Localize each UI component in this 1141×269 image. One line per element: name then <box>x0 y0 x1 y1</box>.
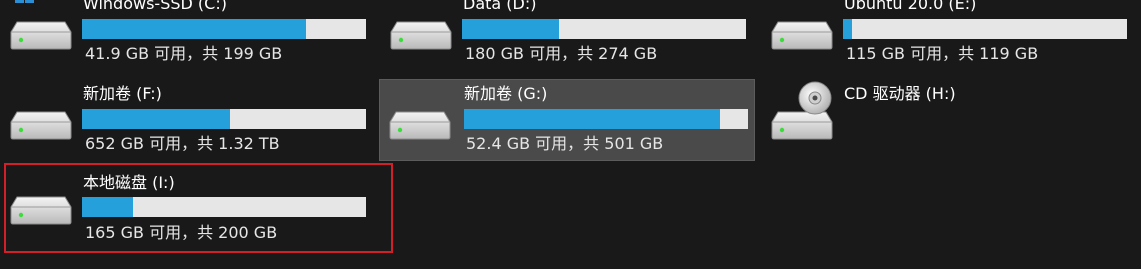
drive-tile-d[interactable]: Data (D:) 180 GB 可用，共 274 GB <box>384 0 760 72</box>
drive-name: Ubuntu 20.0 (E:) <box>844 0 977 13</box>
drive-tile-i[interactable]: 本地磁盘 (I:) 165 GB 可用，共 200 GB <box>4 163 393 253</box>
drive-usage-bar <box>82 109 366 129</box>
drive-tile-f[interactable]: 新加卷 (F:) 652 GB 可用，共 1.32 TB <box>4 80 380 162</box>
drive-size-text: 52.4 GB 可用，共 501 GB <box>466 134 664 153</box>
disc-icon <box>798 81 832 115</box>
drive-usage-bar <box>462 19 746 39</box>
drive-tile-g[interactable]: 新加卷 (G:) 52.4 GB 可用，共 501 GB <box>379 79 755 161</box>
hard-drive-icon <box>10 111 72 140</box>
drive-usage-bar <box>464 109 748 129</box>
drive-name: 本地磁盘 (I:) <box>83 173 175 192</box>
drive-name: Data (D:) <box>463 0 537 13</box>
drive-size-text: 165 GB 可用，共 200 GB <box>85 223 278 242</box>
drive-usage-fill <box>82 19 307 39</box>
drive-usage-fill <box>464 109 720 129</box>
drive-name: CD 驱动器 (H:) <box>844 84 956 103</box>
hard-drive-icon <box>10 21 72 50</box>
drive-usage-bar <box>82 19 366 39</box>
hard-drive-icon <box>389 111 451 140</box>
drive-name: 新加卷 (F:) <box>83 84 162 103</box>
drives-panel: Windows-SSD (C:) 41.9 GB 可用，共 199 GB Dat… <box>0 0 1141 269</box>
drive-usage-fill <box>82 197 134 217</box>
windows-logo-icon <box>15 0 34 3</box>
drive-tile-e[interactable]: Ubuntu 20.0 (E:) 115 GB 可用，共 119 GB <box>765 0 1141 72</box>
drive-tile-h[interactable]: CD 驱动器 (H:) <box>765 80 1141 162</box>
drive-size-text: 652 GB 可用，共 1.32 TB <box>85 134 280 153</box>
drive-usage-fill <box>82 109 230 129</box>
hard-drive-icon <box>10 196 72 225</box>
drive-size-text: 115 GB 可用，共 119 GB <box>846 44 1039 63</box>
drive-usage-fill <box>462 19 559 39</box>
drive-usage-bar <box>843 19 1127 39</box>
drive-usage-bar <box>82 197 366 217</box>
hard-drive-icon <box>771 21 833 50</box>
drive-usage-fill <box>843 19 852 39</box>
drive-name: 新加卷 (G:) <box>464 84 548 103</box>
drive-size-text: 41.9 GB 可用，共 199 GB <box>85 44 283 63</box>
drive-tile-c[interactable]: Windows-SSD (C:) 41.9 GB 可用，共 199 GB <box>4 0 380 72</box>
drive-size-text: 180 GB 可用，共 274 GB <box>465 44 658 63</box>
drive-name: Windows-SSD (C:) <box>83 0 227 13</box>
hard-drive-icon <box>390 21 452 50</box>
